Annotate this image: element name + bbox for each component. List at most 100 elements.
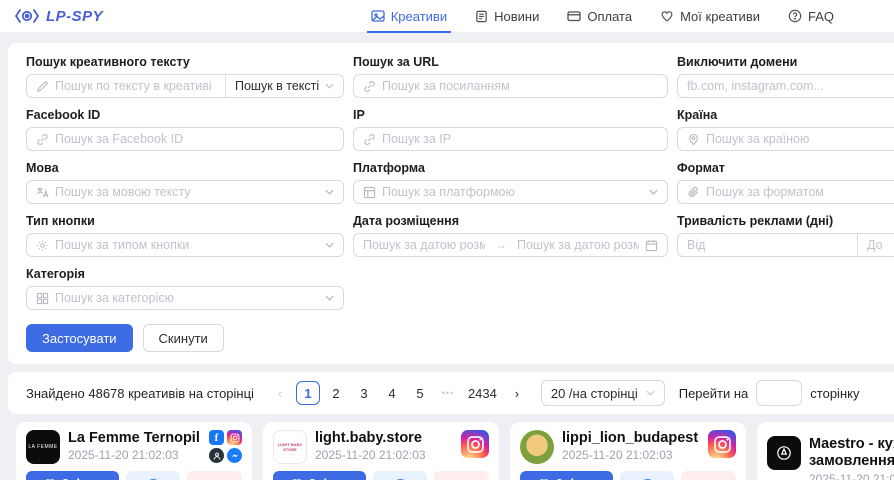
field-label: Формат [677, 161, 894, 175]
jumper-input[interactable] [756, 380, 802, 406]
favorite-button[interactable] [434, 471, 489, 480]
days-active-button[interactable]: 3 days [273, 471, 366, 480]
messenger-icon [227, 448, 242, 463]
card-date: 2025-11-20 21:02:03 [562, 448, 700, 462]
url-input[interactable] [382, 79, 658, 93]
jumper-prefix: Перейти на [679, 386, 749, 401]
exclude-domains-input-box[interactable] [677, 74, 894, 98]
field-label: Пошук креативного тексту [26, 55, 344, 69]
platform-placeholder: Пошук за платформою [382, 185, 643, 199]
category-select[interactable]: Пошук за категорією [26, 286, 344, 310]
facebook-icon: f [209, 430, 224, 445]
facebook-id-input[interactable] [55, 132, 334, 146]
text-search-mode-select[interactable]: Пошук в тексті [226, 74, 344, 98]
views-button[interactable] [373, 471, 428, 480]
instagram-icon [227, 430, 242, 445]
language-select[interactable]: Пошук за мовою тексту [26, 180, 344, 204]
button-type-select[interactable]: Пошук за типом кнопки [26, 233, 344, 257]
country-input[interactable] [706, 132, 894, 146]
field-label: Виключити домени [677, 55, 894, 69]
reset-button[interactable]: Скинути [143, 324, 224, 352]
pagination-ellipsis[interactable]: ••• [436, 381, 460, 405]
nav-my-creatives[interactable]: Мої креативи [660, 0, 760, 33]
chevron-down-icon [646, 390, 655, 396]
main-nav: Креативи Новини Оплата Мої креативи FAQ [371, 0, 834, 33]
page-jumper: Перейти на сторінку [679, 380, 860, 406]
date-from-input[interactable] [363, 238, 485, 252]
field-label: Тривалість реклами (дні) [677, 214, 894, 228]
pagination-page-3[interactable]: 3 [352, 381, 376, 405]
page-size-value: 20 /на сторінці [551, 386, 638, 401]
category-placeholder: Пошук за категорією [55, 291, 319, 305]
format-input[interactable] [706, 185, 894, 199]
pencil-icon [36, 80, 49, 93]
page-size-select[interactable]: 20 /на сторінці [541, 380, 665, 406]
avatar: LIGHT BABY STORE [273, 430, 307, 464]
field-label: Платформа [353, 161, 668, 175]
nav-payment-label: Оплата [587, 9, 632, 24]
creative-text-input[interactable] [55, 79, 216, 93]
days-active-button[interactable]: 3 days [26, 471, 119, 480]
creative-text-input-box[interactable] [26, 74, 226, 98]
creative-card[interactable]: lippi_lion_budapest 2025-11-20 21:02:03 … [510, 422, 746, 480]
creative-card[interactable]: Maestro - кухні, мезамовлення в Ужго 202… [757, 422, 894, 480]
favorite-button[interactable] [681, 471, 736, 480]
apply-button[interactable]: Застосувати [26, 324, 133, 352]
format-input-box[interactable] [677, 180, 894, 204]
logo-text: LP-SPY [46, 8, 103, 25]
results-summary: Знайдено 48678 креативів на сторінці [26, 386, 254, 401]
filter-format: Формат [677, 161, 894, 204]
pagination-next[interactable]: › [505, 381, 529, 405]
chevron-down-icon [325, 295, 334, 301]
pagination-page-5[interactable]: 5 [408, 381, 432, 405]
nav-news[interactable]: Новини [475, 0, 539, 33]
avatar [520, 430, 554, 464]
creative-card[interactable]: LIGHT BABY STORE light.baby.store 2025-1… [263, 422, 499, 480]
badge-icon [775, 444, 793, 462]
views-button[interactable] [126, 471, 181, 480]
duration-from-input[interactable] [687, 238, 848, 252]
field-label: IP [353, 108, 668, 122]
card-date: 2025-11-20 21:02:03 [68, 448, 201, 462]
pagination-page-1[interactable]: 1 [296, 381, 320, 405]
date-to-input[interactable] [517, 238, 639, 252]
duration-from-box[interactable] [677, 233, 858, 257]
facebook-id-input-box[interactable] [26, 127, 344, 151]
text-search-mode-value: Пошук в тексті [235, 79, 319, 93]
field-label: Країна [677, 108, 894, 122]
card-title: light.baby.store [315, 430, 453, 446]
card-title: lippi_lion_budapest [562, 430, 700, 446]
pagination-prev[interactable]: ‹ [268, 381, 292, 405]
ip-input[interactable] [382, 132, 658, 146]
duration-to-box[interactable] [858, 233, 894, 257]
days-active-button[interactable]: 0 days [520, 471, 613, 480]
jumper-suffix: сторінку [810, 386, 859, 401]
pagination-page-2[interactable]: 2 [324, 381, 348, 405]
range-arrow-icon: → [491, 238, 511, 252]
creative-card[interactable]: LA FEMME La Femme Ternopil 2025-11-20 21… [16, 422, 252, 480]
ip-input-box[interactable] [353, 127, 668, 151]
favorite-button[interactable] [187, 471, 242, 480]
views-button[interactable] [620, 471, 675, 480]
pagination-page-last[interactable]: 2434 [464, 381, 501, 405]
logo[interactable]: LP-SPY [14, 8, 103, 25]
nav-news-label: Новини [494, 9, 539, 24]
field-label: Категорія [26, 267, 344, 281]
picture-icon [371, 9, 385, 23]
platform-grid-icon [363, 186, 376, 199]
news-icon [475, 10, 488, 23]
gear-icon [36, 239, 49, 252]
pagination-page-4[interactable]: 4 [380, 381, 404, 405]
date-range-picker[interactable]: → [353, 233, 668, 257]
duration-to-input[interactable] [867, 238, 894, 252]
exclude-domains-input[interactable] [687, 79, 894, 93]
filter-creative-text: Пошук креативного тексту Пошук в тексті [26, 55, 344, 98]
url-input-box[interactable] [353, 74, 668, 98]
platform-select[interactable]: Пошук за платформою [353, 180, 668, 204]
nav-faq[interactable]: FAQ [788, 0, 834, 33]
country-input-box[interactable] [677, 127, 894, 151]
nav-payment[interactable]: Оплата [567, 0, 632, 33]
page: Пошук креативного тексту Пошук в тексті … [0, 43, 894, 480]
nav-creatives[interactable]: Креативи [371, 0, 447, 33]
filter-duration: Тривалість реклами (дні) [677, 214, 894, 257]
